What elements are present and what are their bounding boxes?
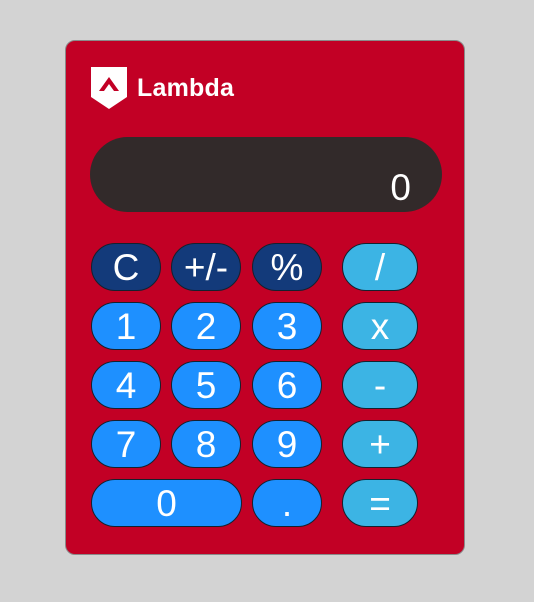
percent-button[interactable]: %: [252, 243, 322, 291]
digit-5-button[interactable]: 5: [171, 361, 241, 409]
digit-6-button[interactable]: 6: [252, 361, 322, 409]
divide-button[interactable]: /: [342, 243, 418, 291]
brand: Lambda: [91, 67, 234, 109]
decimal-button[interactable]: .: [252, 479, 322, 527]
digit-0-button[interactable]: 0: [91, 479, 242, 527]
subtract-button[interactable]: -: [342, 361, 418, 409]
display: 0: [90, 137, 442, 212]
digit-4-button[interactable]: 4: [91, 361, 161, 409]
digit-7-button[interactable]: 7: [91, 420, 161, 468]
brand-name: Lambda: [137, 73, 235, 102]
digit-2-button[interactable]: 2: [171, 302, 241, 350]
display-value: 0: [390, 167, 411, 208]
multiply-button[interactable]: x: [342, 302, 418, 350]
digit-9-button[interactable]: 9: [252, 420, 322, 468]
add-button[interactable]: +: [342, 420, 418, 468]
digit-1-button[interactable]: 1: [91, 302, 161, 350]
digit-8-button[interactable]: 8: [171, 420, 241, 468]
calculator: Lambda 0 C +/- % / 1 2 3 x 4 5 6 - 7 8 9…: [65, 40, 465, 555]
sign-toggle-button[interactable]: +/-: [171, 243, 241, 291]
lambda-logo-icon: [91, 67, 127, 109]
clear-button[interactable]: C: [91, 243, 161, 291]
digit-3-button[interactable]: 3: [252, 302, 322, 350]
equals-button[interactable]: =: [342, 479, 418, 527]
